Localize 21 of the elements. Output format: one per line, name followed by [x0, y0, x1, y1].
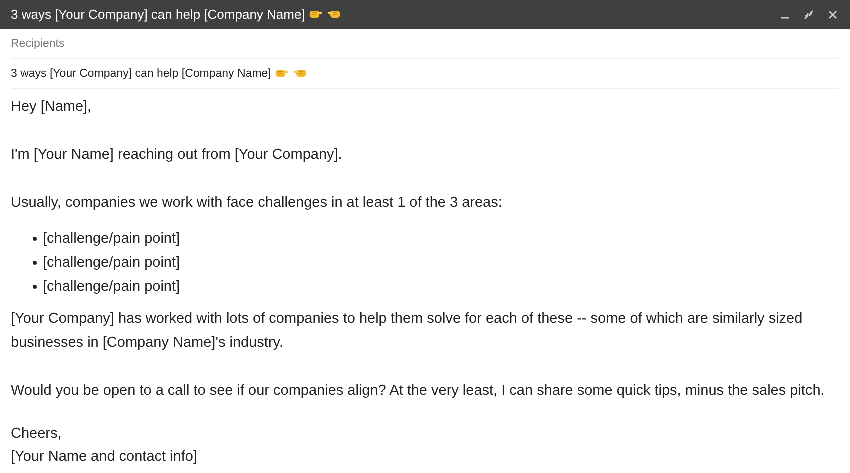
window-title: 3 ways [Your Company] can help [Company Name] [11, 7, 306, 22]
fist-icon [309, 9, 324, 20]
body-paragraph: Would you be open to a call to see if our companies align? At the very least, I can share some quick tips, minus the sales pitch. [11, 382, 826, 401]
list-item: [challenge/pain point] [43, 278, 180, 297]
body-paragraph: Usually, companies we work with face challenges in at least 1 of the 3 areas: [11, 194, 504, 213]
bullet-icon [33, 261, 37, 265]
bullet-icon [33, 285, 37, 289]
fist-icon [293, 68, 308, 79]
fist-icon [327, 9, 342, 20]
signature-line: Cheers, [11, 425, 63, 444]
collapse-icon[interactable] [804, 10, 814, 20]
subject-field[interactable]: 3 ways [Your Company] can help [Company Name] [11, 68, 272, 80]
list-item: [challenge/pain point] [43, 230, 180, 249]
signature-line: [Your Name and contact info] [11, 448, 198, 467]
body-paragraph: I'm [Your Name] reaching out from [Your Company]. [11, 146, 344, 165]
list-item: [challenge/pain point] [43, 254, 180, 273]
body-paragraph: Hey [Name], [11, 98, 93, 117]
close-icon[interactable] [828, 10, 838, 20]
fist-icon [275, 68, 290, 79]
bullet-icon [33, 237, 37, 241]
body-paragraph: [Your Company] has worked with lots of companies to help them solve for each of these -- some of which are similarly sized businesses in [Company Name]'s industry. [11, 310, 804, 353]
